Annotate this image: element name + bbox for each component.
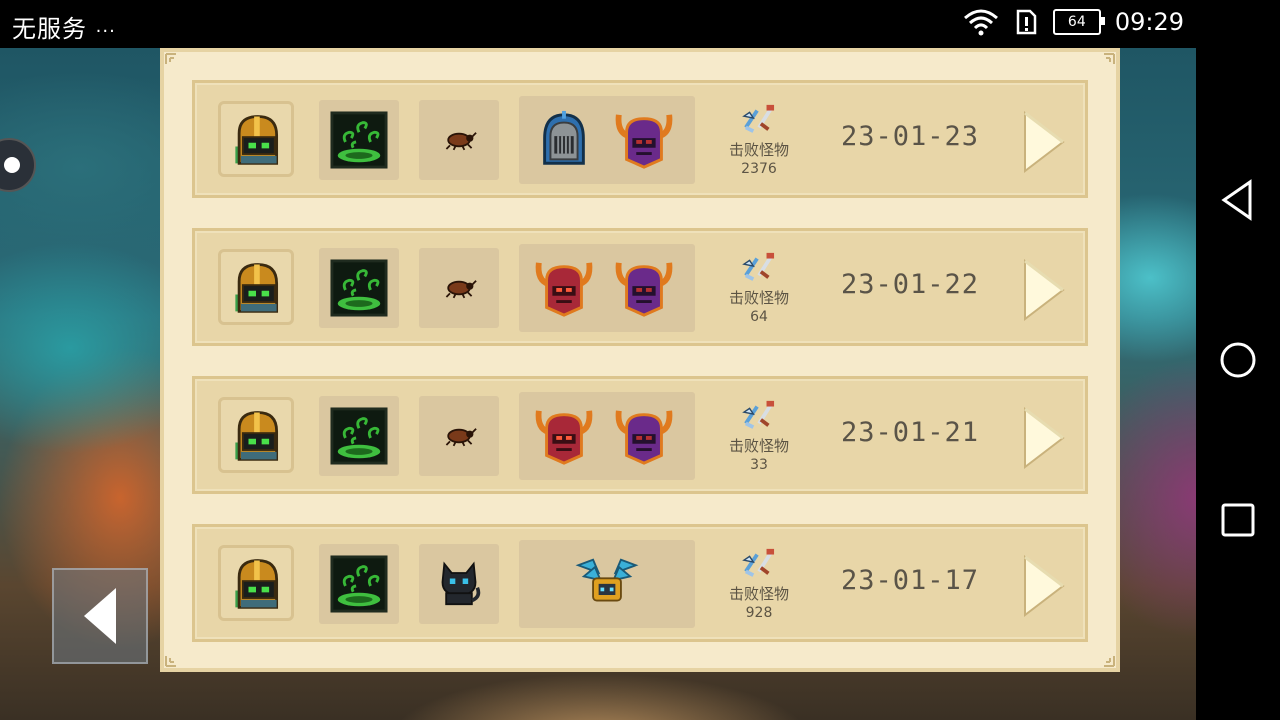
monsters-defeated-stat: 击败怪物 64 [715,251,803,327]
beetle-icon [441,129,477,155]
battery-icon: 64 [1052,9,1105,35]
back-button[interactable] [52,568,148,664]
stat-label: 击败怪物 [728,585,789,603]
view-details-arrow-button[interactable] [1023,406,1065,470]
hero-slot [218,101,294,177]
status-bar: 无服务 ··· 64 09:29 [0,0,1196,48]
black-cat-icon [437,560,481,612]
record-date: 23-01-21 [840,417,980,448]
red-demon-boss-icon [533,257,595,323]
green-vortex-icon [330,259,388,321]
bosses-slot [519,392,695,480]
purple-demon-boss-icon [613,257,675,323]
green-vortex-icon [330,407,388,469]
floating-menu-button[interactable] [0,138,36,192]
crossed-swords-icon [715,547,803,583]
monsters-defeated-stat: 击败怪物 928 [715,547,803,623]
corner-ornament [165,656,176,667]
hero-slot [218,249,294,325]
corner-ornament [1104,53,1115,64]
bosses-slot [519,244,695,332]
recents-square-icon[interactable] [1216,498,1260,542]
left-arrow-icon [84,588,116,644]
winged-crab-boss-icon [574,556,640,612]
history-record-row[interactable]: 击败怪物 2376 23-01-23 [192,80,1088,198]
knight-helmet-icon [226,405,286,469]
record-date: 23-01-17 [840,565,980,596]
pet-slot [419,100,499,180]
skill-slot [319,248,399,328]
history-record-row[interactable]: 击败怪物 64 23-01-22 [192,228,1088,346]
knight-helmet-icon [226,257,286,321]
kill-count: 2376 [741,161,777,177]
red-demon-boss-icon [533,405,595,471]
skill-slot [319,100,399,180]
monsters-defeated-stat: 击败怪物 2376 [715,103,803,179]
view-details-arrow-button[interactable] [1023,554,1065,618]
kill-count: 64 [750,309,768,325]
green-vortex-icon [330,555,388,617]
status-icons: 64 09:29 [963,8,1184,36]
clock: 09:29 [1114,8,1184,36]
green-vortex-icon [330,111,388,173]
view-details-arrow-button[interactable] [1023,110,1065,174]
sim-alert-icon [1016,9,1037,35]
bosses-slot [519,540,695,628]
corner-ornament [165,53,176,64]
iron-knight-boss-icon [533,109,595,175]
beetle-icon [441,277,477,303]
kill-count: 33 [750,457,768,473]
system-nav-bar [1196,0,1280,720]
view-details-arrow-button[interactable] [1023,258,1065,322]
monsters-defeated-stat: 击败怪物 33 [715,399,803,475]
crossed-swords-icon [715,399,803,435]
crossed-swords-icon [715,251,803,287]
knight-helmet-icon [226,553,286,617]
back-triangle-icon[interactable] [1216,178,1260,222]
pet-slot [419,544,499,624]
stat-label: 击败怪物 [728,289,789,307]
hero-slot [218,545,294,621]
carrier-label: 无服务 ··· [12,15,116,43]
wifi-icon [963,9,998,36]
purple-demon-boss-icon [613,109,675,175]
stat-label: 击败怪物 [728,437,789,455]
record-date: 23-01-22 [840,269,980,300]
pet-slot [419,396,499,476]
kill-count: 928 [745,605,773,621]
game-history-panel: 击败怪物 2376 23-01-23 击败怪物 64 23-01-22 击败怪物… [160,48,1120,672]
pet-slot [419,248,499,328]
record-date: 23-01-23 [840,121,980,152]
beetle-icon [441,425,477,451]
corner-ornament [1104,656,1115,667]
purple-demon-boss-icon [613,405,675,471]
history-record-row[interactable]: 击败怪物 928 23-01-17 [192,524,1088,642]
bosses-slot [519,96,695,184]
history-record-row[interactable]: 击败怪物 33 23-01-21 [192,376,1088,494]
crossed-swords-icon [715,103,803,139]
stat-label: 击败怪物 [728,141,789,159]
knight-helmet-icon [226,109,286,173]
skill-slot [319,396,399,476]
home-circle-icon[interactable] [1216,338,1260,382]
hero-slot [218,397,294,473]
skill-slot [319,544,399,624]
